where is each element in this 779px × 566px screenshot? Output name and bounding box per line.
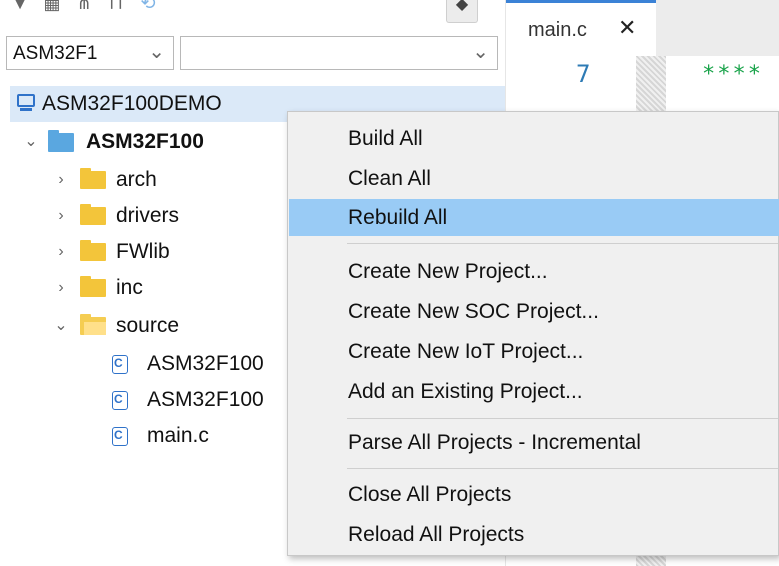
config-select[interactable]: ⌄ bbox=[180, 36, 498, 70]
chevron-right-icon[interactable]: › bbox=[52, 270, 70, 306]
folder-open-icon bbox=[80, 314, 106, 335]
folder-icon bbox=[80, 168, 106, 189]
chevron-down-icon: ⌄ bbox=[472, 41, 489, 63]
menu-item-parse-all-projects[interactable]: Parse All Projects - Incremental bbox=[289, 424, 779, 461]
grid-icon[interactable]: ▦ bbox=[40, 0, 64, 22]
tree-root-label: ASM32F100DEMO bbox=[42, 92, 222, 115]
tree-item-label: ASM32F100 bbox=[147, 388, 264, 411]
tree-item-label: source bbox=[116, 314, 180, 337]
project-folder-icon bbox=[48, 130, 74, 152]
c-file-icon: C bbox=[112, 391, 128, 410]
chevron-right-icon[interactable]: › bbox=[52, 162, 70, 198]
tab-label: main.c bbox=[528, 19, 587, 41]
editor-tab-bar: main.c ✕ bbox=[506, 0, 779, 56]
collapse-icon: ◆ bbox=[455, 0, 469, 13]
menu-item-create-new-soc-project[interactable]: Create New SOC Project... bbox=[289, 293, 779, 330]
chevron-down-icon: ⌄ bbox=[148, 41, 165, 63]
bookmark-icon[interactable]: ⊓ bbox=[104, 0, 128, 22]
tree-item-label: FWlib bbox=[116, 240, 170, 263]
chevron-right-icon[interactable]: › bbox=[52, 198, 70, 234]
line-number: 7 bbox=[576, 60, 591, 88]
chevron-down-icon[interactable]: ⌄ bbox=[22, 124, 40, 160]
menu-item-create-new-project[interactable]: Create New Project... bbox=[289, 253, 779, 290]
menu-separator bbox=[347, 243, 778, 244]
target-select-value: ASM32F1 bbox=[13, 43, 98, 64]
tree-item-label: inc bbox=[116, 276, 143, 299]
tab-main-c[interactable]: main.c ✕ bbox=[506, 0, 656, 56]
tree-item-label: main.c bbox=[147, 424, 209, 447]
menu-separator bbox=[347, 468, 778, 469]
c-file-icon: C bbox=[112, 427, 128, 446]
menu-separator bbox=[347, 418, 778, 419]
chevron-down-icon[interactable]: ⌄ bbox=[52, 308, 70, 344]
menu-item-rebuild-all[interactable]: Rebuild All bbox=[289, 199, 779, 236]
tree-item-label: ASM32F100 bbox=[86, 130, 204, 153]
chevron-right-icon[interactable]: › bbox=[52, 234, 70, 270]
tree-item-label: drivers bbox=[116, 204, 180, 227]
ide-window: ▼ ▦ ⋔ ⊓ ⟲ ◆ ASM32F1 ⌄ ⌄ ASM32F100DEMO ⌄ bbox=[0, 0, 779, 566]
hierarchy-icon[interactable]: ⋔ bbox=[72, 0, 96, 22]
menu-item-create-new-iot-project[interactable]: Create New IoT Project... bbox=[289, 333, 779, 370]
link-icon[interactable]: ⟲ bbox=[136, 0, 160, 22]
folder-icon bbox=[80, 240, 106, 261]
tree-item-label: arch bbox=[116, 168, 157, 191]
filter-icon[interactable]: ▼ bbox=[8, 0, 32, 22]
context-menu: Build All Clean All Rebuild All Create N… bbox=[287, 111, 779, 556]
menu-item-add-existing-project[interactable]: Add an Existing Project... bbox=[289, 373, 779, 410]
folder-icon bbox=[80, 276, 106, 297]
c-file-icon: C bbox=[112, 355, 128, 374]
collapse-all-button[interactable]: ◆ bbox=[446, 0, 478, 23]
close-icon[interactable]: ✕ bbox=[618, 15, 636, 41]
menu-item-close-all-projects[interactable]: Close All Projects bbox=[289, 476, 779, 513]
menu-item-clean-all[interactable]: Clean All bbox=[289, 160, 779, 197]
menu-item-reload-all-projects[interactable]: Reload All Projects bbox=[289, 516, 779, 553]
folder-icon bbox=[80, 204, 106, 225]
target-select[interactable]: ASM32F1 ⌄ bbox=[6, 36, 174, 70]
menu-item-build-all[interactable]: Build All bbox=[289, 120, 779, 157]
code-line: **** bbox=[702, 62, 763, 87]
explorer-toolbar: ▼ ▦ ⋔ ⊓ ⟲ ◆ bbox=[0, 0, 506, 30]
tree-item-label: ASM32F100 bbox=[147, 352, 264, 375]
